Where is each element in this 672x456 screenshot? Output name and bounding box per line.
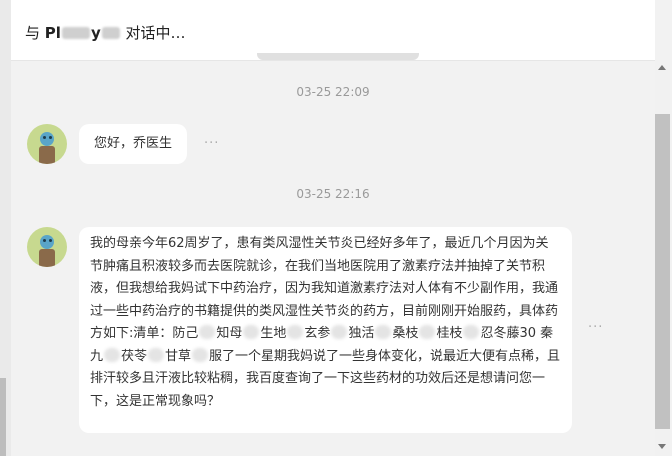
message-timestamp: 03-25 22:09 [296,85,370,99]
message-timestamp: 03-25 22:16 [296,187,370,201]
more-options-icon[interactable]: ··· [588,320,603,335]
vertical-scrollbar[interactable] [655,60,670,456]
title-suffix: 对话中… [125,24,186,42]
more-options-icon[interactable]: ··· [204,136,219,151]
name-redaction [61,27,90,39]
left-edge-mark [0,378,6,456]
scroll-down-arrow-icon[interactable] [658,444,666,449]
header-tab-stub [257,53,419,60]
scrollbar-thumb[interactable] [655,114,670,429]
message-bubble: 您好，乔医生 [79,124,187,164]
chat-header: 与 Pl y 对话中… [11,0,655,61]
message-bubble: 我的母亲今年62周岁了，患有类风湿性关节炎已经好多年了，最近几个月因为关节肿痛且… [79,227,572,433]
contact-name: Pl y [45,24,121,42]
scroll-up-arrow-icon[interactable] [658,65,666,70]
left-edge-strip [0,0,11,456]
chat-title: 与 Pl y 对话中… [25,22,186,43]
chat-area: 03-25 22:09 您好，乔医生 ··· 03-25 22:16 我的母亲今… [11,61,655,456]
avatar[interactable] [27,227,67,267]
avatar[interactable] [27,124,67,164]
name-redaction-2 [101,27,120,39]
title-prefix: 与 [25,24,41,42]
